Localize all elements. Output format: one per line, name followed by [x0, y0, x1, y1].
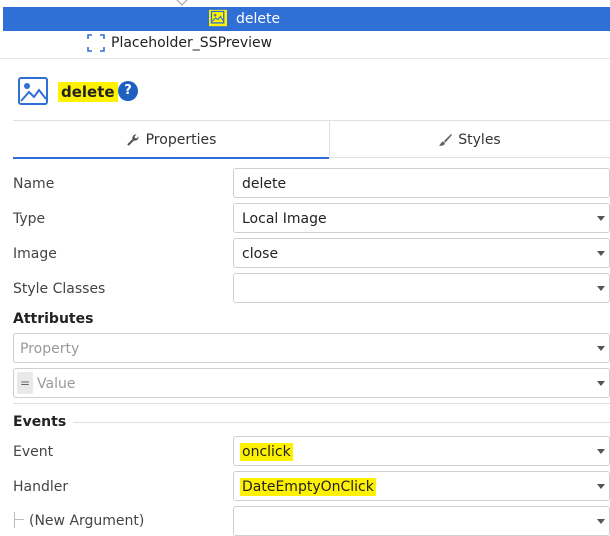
image-icon — [209, 9, 227, 27]
tree-item-delete[interactable]: delete — [3, 7, 610, 31]
divider — [73, 422, 610, 423]
tab-properties[interactable]: Properties — [13, 121, 329, 159]
tree-connector — [176, 0, 188, 6]
new-argument-select[interactable] — [233, 506, 610, 536]
value-placeholder: Value — [37, 376, 76, 392]
style-classes-select[interactable] — [233, 273, 610, 303]
image-label: Image — [13, 246, 57, 262]
chevron-down-icon — [597, 286, 605, 291]
type-label: Type — [13, 211, 46, 227]
image-component-icon — [18, 77, 48, 105]
chevron-down-icon — [597, 449, 605, 454]
tab-label: Styles — [458, 131, 501, 148]
chevron-down-icon — [597, 519, 605, 524]
chevron-down-icon — [597, 251, 605, 256]
image-select[interactable]: close — [233, 238, 610, 268]
chevron-down-icon — [597, 216, 605, 221]
placeholder-icon — [87, 34, 105, 52]
tree-connector — [14, 519, 24, 520]
inspector-tabs: Properties Styles — [13, 120, 610, 159]
handler-label: Handler — [13, 479, 69, 495]
chevron-down-icon — [597, 381, 605, 386]
component-tree: delete Placeholder_SSPreview — [0, 0, 610, 58]
component-title: delete — [58, 82, 118, 102]
tab-styles[interactable]: Styles — [329, 121, 610, 158]
type-select[interactable]: Local Image — [233, 203, 610, 233]
tree-item-placeholder[interactable]: Placeholder_SSPreview — [0, 31, 610, 55]
property-placeholder: Property — [20, 341, 80, 357]
event-value: onclick — [240, 443, 293, 461]
tree-connector — [14, 512, 15, 528]
tree-item-label: delete — [236, 11, 281, 27]
chevron-down-icon — [597, 484, 605, 489]
attribute-property-select[interactable]: Property — [13, 333, 610, 363]
divider — [0, 58, 610, 59]
image-value: close — [242, 246, 279, 262]
attributes-section-title: Attributes — [13, 311, 94, 327]
style-classes-label: Style Classes — [13, 281, 106, 297]
tree-item-label: Placeholder_SSPreview — [111, 35, 273, 51]
divider — [13, 403, 610, 404]
chevron-down-icon — [597, 346, 605, 351]
attribute-value-select[interactable]: = Value — [13, 368, 610, 398]
event-label: Event — [13, 444, 54, 460]
handler-select[interactable]: DateEmptyOnClick — [233, 471, 610, 501]
new-argument-label: (New Argument) — [29, 513, 145, 529]
paintbrush-icon — [439, 133, 453, 146]
wrench-icon — [127, 133, 139, 146]
help-icon[interactable]: ? — [118, 81, 138, 101]
type-value: Local Image — [242, 211, 327, 227]
name-input[interactable]: delete — [233, 168, 610, 198]
name-value: delete — [242, 176, 287, 192]
name-label: Name — [13, 176, 55, 192]
events-section-title: Events — [13, 414, 67, 430]
tab-label: Properties — [145, 131, 217, 148]
event-select[interactable]: onclick — [233, 436, 610, 466]
equals-icon: = — [17, 372, 33, 394]
handler-value: DateEmptyOnClick — [240, 478, 376, 496]
